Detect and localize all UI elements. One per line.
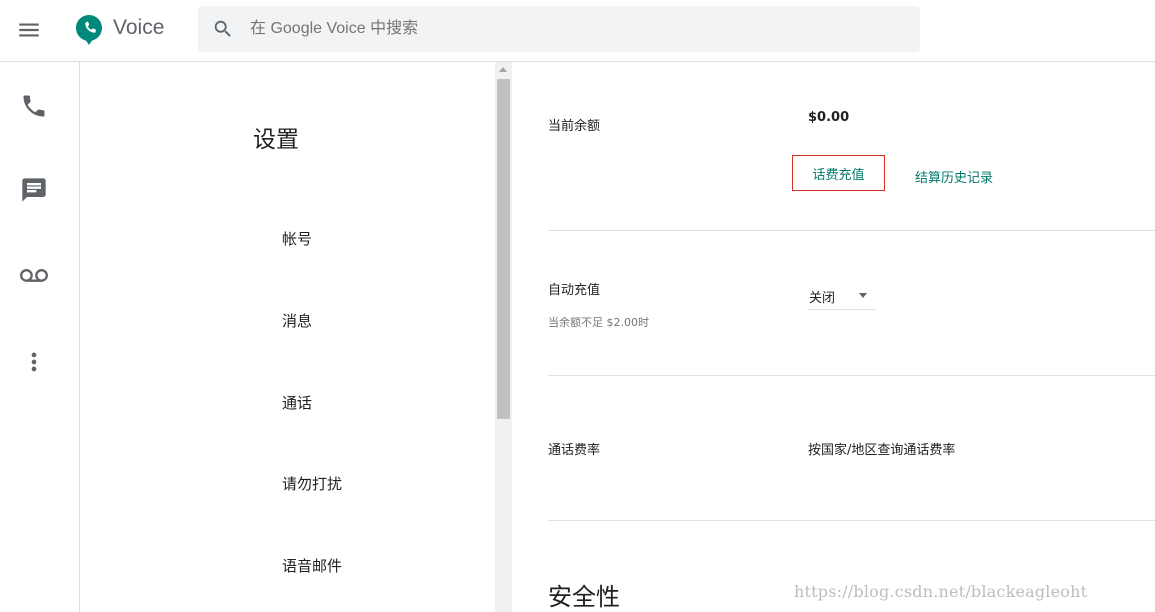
auto-topup-label: 自动充值	[548, 283, 601, 298]
top-app-bar: Voice	[0, 0, 1155, 62]
app-name: Voice	[113, 16, 165, 39]
auto-topup-description: 当余额不足 $2.00时	[548, 316, 649, 329]
voicemail-icon[interactable]	[20, 262, 48, 290]
page-title: 设置	[253, 127, 299, 153]
topup-button-label: 话费充值	[812, 167, 865, 183]
scrollbar-thumb[interactable]	[497, 79, 510, 419]
balance-label: 当前余额	[548, 119, 601, 134]
topup-button[interactable]: 话费充值	[792, 155, 885, 191]
scroll-up-icon[interactable]	[499, 67, 507, 72]
balance-value: $0.00	[808, 110, 850, 125]
settings-nav-messages[interactable]: 消息	[282, 310, 312, 331]
voice-logo-icon	[75, 14, 103, 46]
auto-topup-value: 关闭	[809, 291, 836, 306]
watermark: https://blog.csdn.net/blackeagleoht	[794, 582, 1088, 601]
auto-topup-select[interactable]: 关闭	[808, 284, 876, 310]
call-rates-label: 通话费率	[548, 443, 601, 458]
settings-content: 当前余额 $0.00 话费充值 结算历史记录 自动充值 当余额不足 $2.00时…	[512, 62, 1155, 612]
message-icon[interactable]	[20, 176, 48, 204]
more-vert-icon[interactable]	[20, 348, 48, 376]
chevron-down-icon	[859, 293, 867, 298]
search-bar[interactable]	[198, 6, 920, 52]
settings-nav-voicemail[interactable]: 语音邮件	[282, 555, 342, 576]
search-input[interactable]	[250, 6, 900, 52]
divider	[548, 230, 1155, 231]
settings-nav-do-not-disturb[interactable]: 请勿打扰	[282, 473, 342, 494]
search-icon[interactable]	[212, 18, 234, 40]
settings-nav: 设置 帐号 消息 通话 请勿打扰 语音邮件	[80, 62, 495, 612]
settings-nav-calls[interactable]: 通话	[282, 392, 312, 413]
phone-icon[interactable]	[20, 92, 48, 120]
divider	[548, 520, 1155, 521]
menu-icon[interactable]	[16, 17, 42, 43]
divider	[548, 375, 1155, 376]
security-section-title: 安全性	[548, 583, 620, 611]
billing-history-button[interactable]: 结算历史记录	[915, 167, 993, 186]
call-rates-link[interactable]: 按国家/地区查询通话费率	[808, 439, 955, 458]
navigation-rail	[0, 62, 80, 612]
settings-nav-scrollbar[interactable]	[495, 62, 512, 612]
settings-nav-account[interactable]: 帐号	[282, 228, 312, 249]
